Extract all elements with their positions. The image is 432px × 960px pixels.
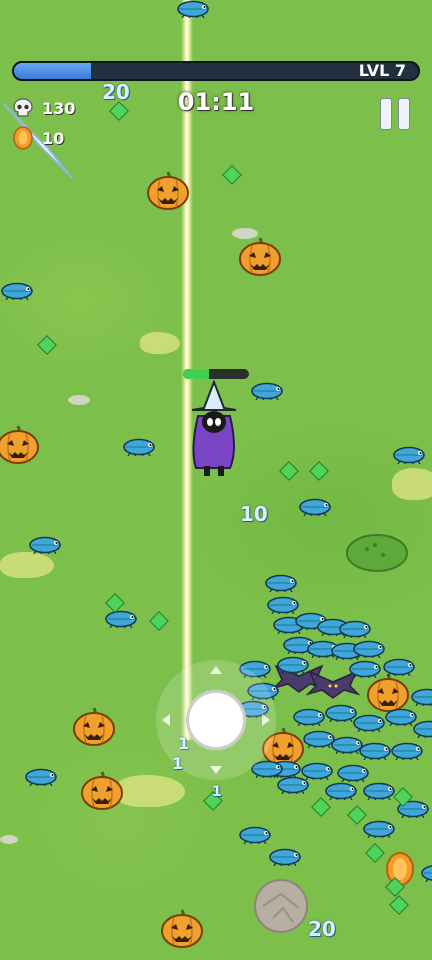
boulder bbox=[254, 879, 308, 933]
pause-button[interactable] bbox=[380, 98, 410, 130]
level-label: LVL 7 bbox=[358, 61, 406, 80]
pause-icon bbox=[398, 98, 410, 130]
xp-gem bbox=[149, 611, 169, 631]
beetle-enemy bbox=[363, 820, 395, 838]
xp-gem bbox=[309, 461, 329, 481]
hero-health-fill bbox=[183, 369, 210, 379]
beetle-enemy bbox=[363, 782, 395, 800]
xp-gem bbox=[222, 165, 242, 185]
pumpkin-enemy bbox=[146, 170, 190, 210]
run-timer: 01:11 bbox=[177, 88, 255, 116]
beetle-enemy bbox=[325, 782, 357, 800]
sand-patch bbox=[0, 552, 54, 578]
beetle-enemy bbox=[359, 742, 391, 760]
pumpkin-enemy bbox=[238, 236, 282, 276]
beetle-enemy bbox=[277, 656, 309, 674]
pebble bbox=[68, 395, 90, 405]
beetle-enemy bbox=[339, 620, 371, 638]
sand-patch bbox=[392, 468, 432, 500]
beetle-enemy bbox=[299, 498, 331, 516]
wizard-hero bbox=[191, 380, 237, 476]
game-field: 20 10 20 1 1 1 bbox=[0, 0, 432, 960]
beetle-enemy bbox=[1, 282, 33, 300]
hero-health-bar bbox=[183, 369, 249, 379]
beetle-enemy bbox=[413, 720, 432, 738]
damage-number: 1 bbox=[212, 784, 222, 800]
beetle-enemy bbox=[105, 610, 137, 628]
beetle-enemy bbox=[123, 438, 155, 456]
beetle-enemy bbox=[239, 826, 271, 844]
beetle-enemy bbox=[337, 764, 369, 782]
beetle-enemy bbox=[353, 714, 385, 732]
beetle-enemy bbox=[269, 848, 301, 866]
xp-gem bbox=[389, 895, 409, 915]
pebble bbox=[0, 835, 18, 844]
pumpkin-enemy bbox=[72, 706, 116, 746]
beetle-enemy bbox=[411, 688, 432, 706]
sand-patch bbox=[140, 332, 180, 354]
bush bbox=[346, 534, 408, 572]
beetle-enemy bbox=[251, 382, 283, 400]
damage-number: 20 bbox=[308, 917, 336, 941]
pumpkin-enemy bbox=[0, 424, 40, 464]
damage-number: 10 bbox=[240, 502, 268, 526]
xp-bar: LVL 7 bbox=[12, 61, 420, 81]
pumpkin-enemy bbox=[366, 672, 410, 712]
beetle-enemy bbox=[421, 865, 432, 882]
pumpkin-enemy bbox=[160, 908, 204, 948]
xp-gem bbox=[37, 335, 57, 355]
beetle-enemy bbox=[349, 660, 381, 678]
xp-gem bbox=[311, 797, 331, 817]
pause-icon bbox=[380, 98, 392, 130]
xp-bar-fill bbox=[14, 63, 91, 79]
beetle-enemy bbox=[265, 574, 297, 592]
coin-icon bbox=[13, 126, 33, 150]
beetle-enemy bbox=[353, 640, 385, 658]
beetle-enemy bbox=[293, 708, 325, 726]
beetle-enemy bbox=[277, 776, 309, 794]
xp-gem bbox=[365, 843, 385, 863]
joystick-knob[interactable] bbox=[186, 690, 246, 750]
beetle-enemy bbox=[393, 446, 425, 464]
beetle-enemy bbox=[383, 658, 415, 676]
xp-gem bbox=[279, 461, 299, 481]
coin-counter: 10 bbox=[12, 126, 64, 150]
beetle-enemy bbox=[29, 536, 61, 554]
beetle-enemy bbox=[177, 0, 209, 18]
pumpkin-enemy bbox=[80, 770, 124, 810]
beetle-enemy bbox=[391, 742, 423, 760]
beetle-enemy bbox=[25, 768, 57, 786]
coin-count: 10 bbox=[42, 128, 65, 148]
